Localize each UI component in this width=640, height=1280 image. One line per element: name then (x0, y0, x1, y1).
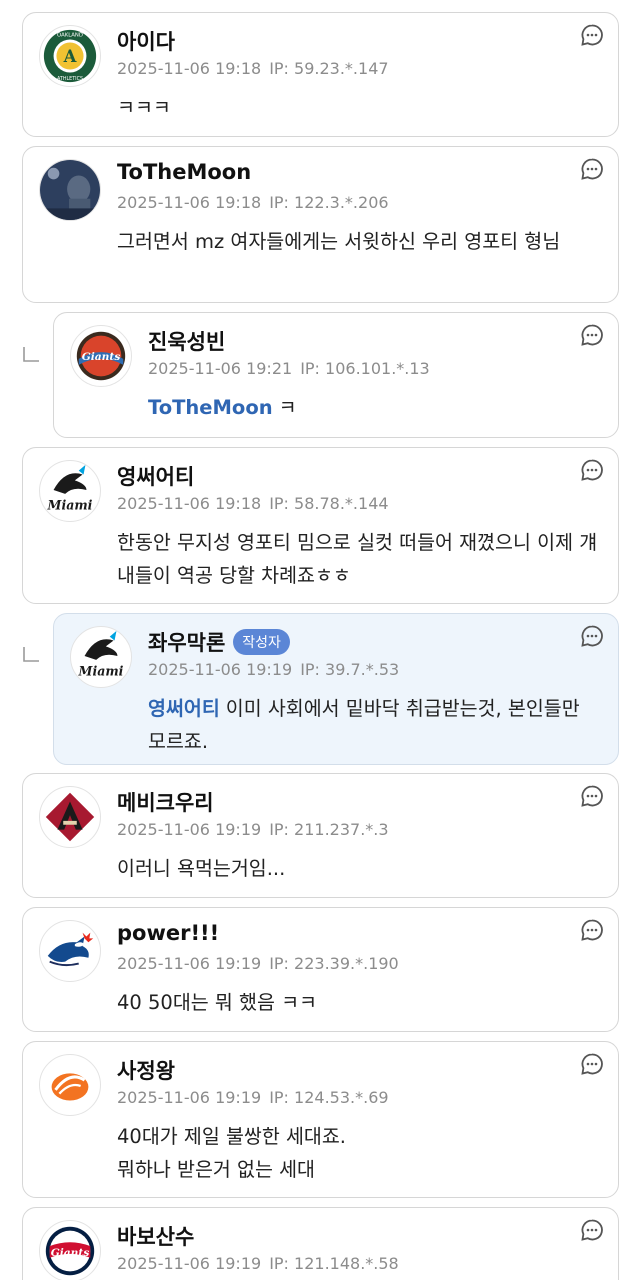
svg-text:Miami: Miami (47, 497, 93, 512)
comment-ip: IP: 121.148.*.58 (269, 1254, 399, 1273)
mention-link[interactable]: 영써어티 (148, 697, 220, 720)
hanwha-eagles-logo-icon[interactable] (39, 1054, 101, 1116)
comment-author[interactable]: 메비크우리 (117, 787, 214, 817)
svg-text:ATHLETICS: ATHLETICS (57, 76, 83, 82)
comment-line: 뭐하나 받은거 없는 세대 (117, 1158, 315, 1181)
comment-meta: 2025-11-06 19:18 IP: 122.3.*.206 (117, 193, 389, 212)
svg-text:Miami: Miami (78, 663, 124, 678)
nested-reply-arrow-icon (22, 346, 40, 364)
comment-author[interactable]: 진욱성빈 (148, 326, 225, 356)
author-name[interactable]: 좌우막론 (148, 631, 225, 655)
comment-body: 영써어티 이미 사회에서 밑바닥 취급받는것, 본인들만 모르죠. (148, 692, 602, 758)
comment-author[interactable]: power!!! (117, 921, 219, 945)
comment-ip: IP: 58.78.*.144 (269, 494, 389, 513)
comment-date: 2025-11-06 19:21 (148, 359, 293, 378)
comment-card: power!!! 2025-11-06 19:19 IP: 223.39.*.19… (22, 907, 619, 1032)
svg-text:Giants: Giants (51, 1246, 90, 1259)
comment-author[interactable]: 아이다 (117, 26, 175, 56)
night-photo-avatar-icon[interactable] (39, 159, 101, 221)
comment-line: 40대가 제일 불쌍한 세대죠. (117, 1125, 347, 1148)
comment-meta: 2025-11-06 19:21 IP: 106.101.*.13 (148, 359, 430, 378)
author-badge: 작성자 (233, 629, 290, 655)
svg-text:A: A (63, 47, 77, 66)
reply-bubble-icon[interactable] (580, 784, 604, 808)
comment-ip: IP: 122.3.*.206 (269, 193, 389, 212)
comment-body: 40 50대는 뭐 했음 ㅋㅋ (117, 991, 318, 1014)
reply-card: Giants 진욱성빈 2025-11-06 19:21 IP: 106.101.… (53, 312, 619, 438)
reply-bubble-icon[interactable] (580, 458, 604, 482)
arizona-diamondbacks-logo-icon[interactable] (39, 786, 101, 848)
reply-bubble-icon[interactable] (580, 157, 604, 181)
comment-date: 2025-11-06 19:18 (117, 193, 262, 212)
comment-card: 사정왕 2025-11-06 19:19 IP: 124.53.*.69 40대가… (22, 1041, 619, 1198)
comment-date: 2025-11-06 19:19 (117, 820, 262, 839)
comment-date: 2025-11-06 19:19 (117, 1088, 262, 1107)
comment-ip: IP: 59.23.*.147 (269, 59, 389, 78)
reply-bubble-icon[interactable] (580, 23, 604, 47)
svg-text:OAKLAND: OAKLAND (57, 33, 83, 39)
reply-text: ㅋ (278, 396, 297, 419)
comment-body: ㅋㅋㅋ (117, 96, 171, 119)
comment-author[interactable]: 사정왕 (117, 1055, 175, 1085)
comment-ip: IP: 124.53.*.69 (269, 1088, 389, 1107)
comment-ip: IP: 106.101.*.13 (300, 359, 430, 378)
comment-meta: 2025-11-06 19:19 IP: 124.53.*.69 (117, 1088, 389, 1107)
comment-date: 2025-11-06 19:18 (117, 494, 262, 513)
comment-meta: 2025-11-06 19:19 IP: 39.7.*.53 (148, 660, 399, 679)
comment-card: Giants 바보산수 2025-11-06 19:19 IP: 121.148.… (22, 1207, 619, 1280)
comment-date: 2025-11-06 19:18 (117, 59, 262, 78)
comment-body: 그러면서 mz 여자들에게는 서윗하신 우리 영포티 형님 (117, 230, 561, 253)
comment-card: 메비크우리 2025-11-06 19:19 IP: 211.237.*.3 이러… (22, 773, 619, 898)
comment-card: Miami 영써어티 2025-11-06 19:18 IP: 58.78.*.1… (22, 447, 619, 604)
svg-text:Giants: Giants (82, 350, 121, 363)
comment-ip: IP: 211.237.*.3 (269, 820, 389, 839)
comment-card: ToTheMoon 2025-11-06 19:18 IP: 122.3.*.20… (22, 146, 619, 303)
comment-body: 40대가 제일 불쌍한 세대죠. 뭐하나 받은거 없는 세대 (117, 1120, 602, 1186)
comment-body: 한동안 무지성 영포티 밈으로 실컷 떠들어 재꼈으니 이제 걔내들이 역공 당… (117, 531, 598, 587)
comment-meta: 2025-11-06 19:18 IP: 59.23.*.147 (117, 59, 389, 78)
comment-body: ToTheMoon ㅋ (148, 391, 602, 424)
reply-bubble-icon[interactable] (580, 624, 604, 648)
reply-bubble-icon[interactable] (580, 323, 604, 347)
comment-meta: 2025-11-06 19:18 IP: 58.78.*.144 (117, 494, 389, 513)
mention-link[interactable]: ToTheMoon (148, 396, 273, 419)
miami-marlins-logo-icon[interactable]: Miami (70, 626, 132, 688)
comment-card: A OAKLAND ATHLETICS 아이다 2025-11-06 19:18… (22, 12, 619, 137)
giants-logo-icon[interactable]: Giants (70, 325, 132, 387)
toronto-blue-jays-logo-icon[interactable] (39, 920, 101, 982)
comment-author[interactable]: 좌우막론 작성자 (148, 627, 290, 657)
reply-bubble-icon[interactable] (580, 1218, 604, 1242)
reply-bubble-icon[interactable] (580, 918, 604, 942)
comment-author[interactable]: 바보산수 (117, 1221, 194, 1251)
comment-meta: 2025-11-06 19:19 IP: 223.39.*.190 (117, 954, 399, 973)
comment-ip: IP: 223.39.*.190 (269, 954, 399, 973)
comment-date: 2025-11-06 19:19 (117, 1254, 262, 1273)
comment-meta: 2025-11-06 19:19 IP: 121.148.*.58 (117, 1254, 399, 1273)
oakland-athletics-logo-icon[interactable]: A OAKLAND ATHLETICS (39, 25, 101, 87)
comment-meta: 2025-11-06 19:19 IP: 211.237.*.3 (117, 820, 389, 839)
lotte-giants-logo-icon[interactable]: Giants (39, 1220, 101, 1280)
nested-reply-arrow-icon (22, 646, 40, 664)
comment-date: 2025-11-06 19:19 (148, 660, 293, 679)
comment-ip: IP: 39.7.*.53 (300, 660, 400, 679)
comment-body: 이러니 욕먹는거임... (117, 857, 286, 880)
reply-bubble-icon[interactable] (580, 1052, 604, 1076)
comment-author[interactable]: 영써어티 (117, 461, 194, 491)
comment-date: 2025-11-06 19:19 (117, 954, 262, 973)
comment-author[interactable]: ToTheMoon (117, 160, 251, 184)
reply-card-author: Miami 좌우막론 작성자 2025-11-06 19:19 IP: 39.7.*… (53, 613, 619, 765)
miami-marlins-logo-icon[interactable]: Miami (39, 460, 101, 522)
